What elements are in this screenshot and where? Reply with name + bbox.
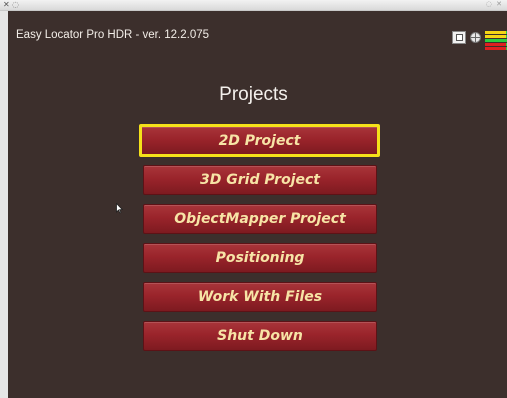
window-titlebar[interactable]: ✕ ◌ ◌ ✕ [0, 0, 507, 11]
globe-icon[interactable] [470, 32, 481, 43]
close-icon[interactable]: ✕ [3, 0, 10, 9]
work-with-files-button[interactable]: Work With Files [143, 282, 377, 312]
page-title: Projects [219, 84, 288, 105]
3d-grid-project-button[interactable]: 3D Grid Project [143, 165, 377, 195]
window-controls-right[interactable]: ◌ ✕ [486, 0, 503, 9]
app-title: Easy Locator Pro HDR - ver. 12.2.075 [16, 29, 210, 41]
minimize-icon[interactable]: ◌ [12, 0, 19, 9]
positioning-button[interactable]: Positioning [143, 243, 377, 273]
application-window: ✕ ◌ ◌ ✕ Easy Locator Pro HDR - ver. 12.2… [0, 0, 507, 398]
shut-down-button[interactable]: Shut Down [143, 321, 377, 351]
signal-meter-icon [485, 31, 507, 51]
objectmapper-project-button[interactable]: ObjectMapper Project [143, 204, 377, 234]
2d-project-button[interactable]: 2D Project [139, 124, 380, 157]
tablet-icon[interactable] [452, 31, 466, 44]
